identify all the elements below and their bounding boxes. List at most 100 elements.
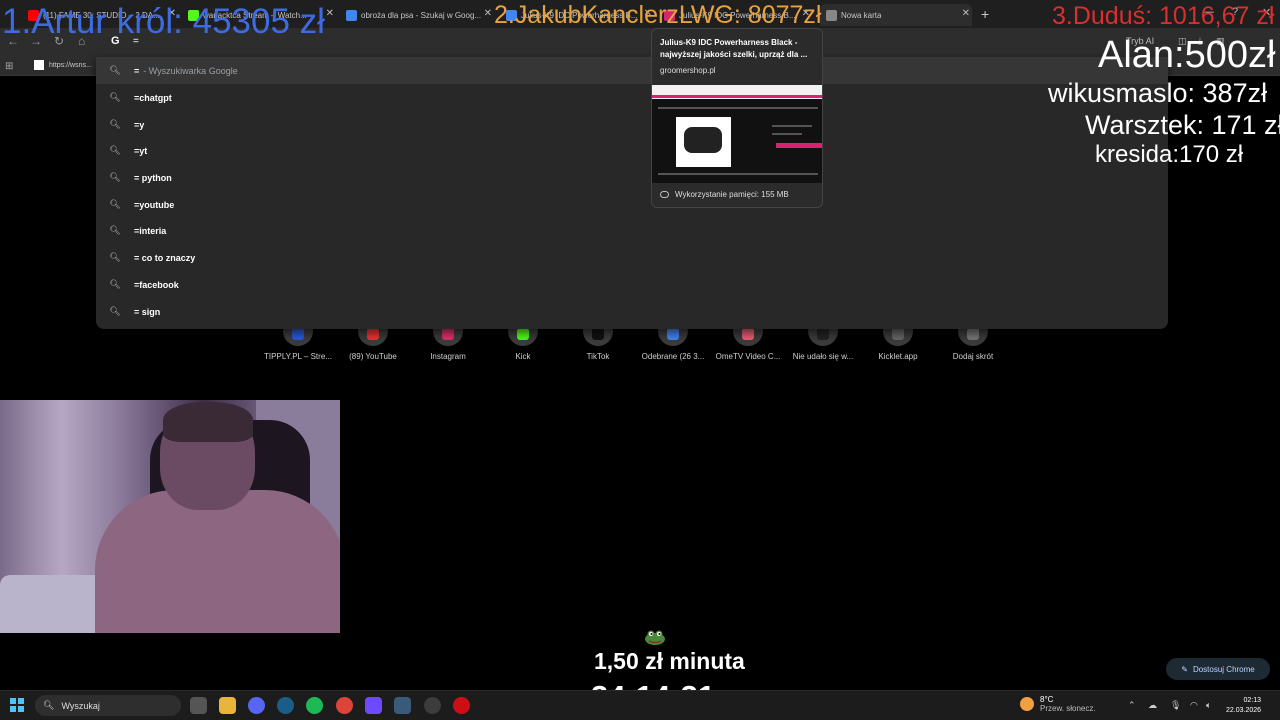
- suggestion-item[interactable]: 🔍︎ =interia: [96, 217, 1168, 244]
- obs-icon[interactable]: [424, 697, 441, 714]
- customize-chrome-button[interactable]: ✎ Dostosuj Chrome: [1166, 658, 1270, 680]
- top-donor-3: Warsztek: 171 zł: [1085, 110, 1280, 140]
- tiktok-icon: [592, 328, 604, 340]
- top-donor-4: kresida:170 zł: [1095, 141, 1244, 168]
- customize-chrome-label: Dostosuj Chrome: [1192, 664, 1255, 674]
- taskbar-search-input[interactable]: 🔍︎ Wyszukaj: [35, 695, 181, 716]
- plus-icon: [967, 328, 979, 340]
- suggestion-subtext: - Wyszukiwarka Google: [143, 65, 238, 76]
- tray-expand-icon[interactable]: ⌃: [1128, 700, 1136, 711]
- close-icon[interactable]: ✕: [326, 8, 334, 19]
- instagram-icon: [442, 328, 454, 340]
- bookmark-label: https://wsns...: [49, 61, 92, 69]
- shortcut-label: Nie udało się w...: [792, 352, 854, 361]
- suggestion-text: =youtube: [134, 199, 175, 210]
- tiktok-icon: [817, 328, 829, 340]
- search-icon: 🔍︎: [109, 145, 121, 155]
- volume-icon[interactable]: 🔈︎: [1206, 700, 1211, 711]
- apps-grid-icon[interactable]: ⊞: [5, 61, 13, 72]
- shortcut-label: Dodaj skrót: [952, 352, 994, 361]
- suggestion-item[interactable]: 🔍︎ =chatgpt: [96, 84, 1168, 111]
- weather-sun-icon: [1020, 697, 1034, 711]
- top-donor-1: Alan:500zł: [1098, 34, 1276, 76]
- file-explorer-icon[interactable]: [219, 697, 236, 714]
- tab-hover-card: Julius-K9 IDC Powerharness Black - najwy…: [651, 28, 823, 208]
- suggestion-item[interactable]: 🔍︎ =yt: [96, 137, 1168, 164]
- suggestion-text: =yt: [134, 145, 148, 156]
- new-tab-button[interactable]: +: [981, 6, 989, 22]
- ometv-icon: [742, 328, 754, 340]
- suggestion-item[interactable]: 🔍︎ =youtube: [96, 191, 1168, 218]
- suggestion-text: = sign: [134, 306, 161, 317]
- bookmark-favicon-icon: [34, 60, 44, 70]
- search-icon: 🔍︎: [43, 700, 55, 710]
- subathon-rate: 1,50 zł minuta: [594, 648, 745, 674]
- browser-tab-active[interactable]: Nowa karta ✕: [820, 4, 972, 26]
- weather-widget[interactable]: 8°C Przew. słonecz.: [1020, 695, 1096, 713]
- clock-time: 02:13: [1243, 697, 1262, 704]
- tab-title: obroża dla psa - Szukaj w Goog...: [361, 10, 482, 20]
- suggestion-text: =interia: [134, 225, 167, 236]
- kicklet-icon: [892, 328, 904, 340]
- spotify-icon[interactable]: [306, 697, 323, 714]
- proton-vpn-icon[interactable]: [365, 697, 382, 714]
- clock-date: 22.03.2026: [1226, 707, 1262, 714]
- shortcut-label: OmeTV Video C...: [715, 352, 781, 361]
- opera-icon[interactable]: [453, 697, 470, 714]
- suggestion-item[interactable]: 🔍︎ =facebook: [96, 271, 1168, 298]
- top-donor-2: wikusmaslo: 387zł: [1048, 78, 1268, 108]
- memory-usage: Wykorzystanie pamięci: 155 MB: [660, 190, 789, 199]
- chrome-icon[interactable]: [336, 697, 353, 714]
- steam-icon[interactable]: [277, 697, 294, 714]
- search-icon: 🔍︎: [109, 199, 121, 209]
- microphone-icon[interactable]: 🎙︎: [1170, 700, 1181, 711]
- leaderboard-rank-1: 1.Artur król: 45305 zł: [2, 2, 325, 41]
- google-icon: [346, 9, 357, 21]
- webcam-feed: [0, 400, 340, 633]
- search-icon: 🔍︎: [109, 306, 121, 316]
- close-icon[interactable]: ✕: [484, 8, 492, 19]
- suggestion-item[interactable]: 🔍︎ = python: [96, 164, 1168, 191]
- suggestion-text: = python: [134, 172, 172, 183]
- shortcut-label: TikTok: [586, 352, 610, 361]
- suggestion-text: =y: [134, 119, 145, 130]
- leaderboard-rank-2: 2.JakubKanclerzLWG: 8077zł: [494, 1, 822, 29]
- suggestion-text: =chatgpt: [134, 92, 172, 103]
- suggestion-item[interactable]: 🔍︎ = sign: [96, 298, 1168, 325]
- suggestion-text: =facebook: [134, 279, 179, 290]
- browser-tab[interactable]: obroża dla psa - Szukaj w Goog... ✕: [346, 4, 494, 26]
- youtube-icon: [367, 328, 379, 340]
- shortcut-label: TIPPLY.PL – Stre...: [264, 352, 332, 361]
- search-icon: 🔍︎: [109, 225, 121, 235]
- shortcut-label: (89) YouTube: [349, 352, 397, 361]
- memory-usage-text: Wykorzystanie pamięci: 155 MB: [675, 190, 789, 199]
- suggestion-item[interactable]: 🔍︎ = - Wyszukiwarka Google: [96, 57, 1168, 84]
- mail-icon: [667, 328, 679, 340]
- suggestion-item[interactable]: 🔍︎ = co to znaczy: [96, 244, 1168, 271]
- wifi-icon[interactable]: ◠: [1190, 700, 1198, 711]
- search-icon: 🔍︎: [109, 252, 121, 262]
- bookmark-item[interactable]: https://wsns...: [34, 60, 92, 70]
- memory-icon: [660, 191, 669, 198]
- steam-active-icon[interactable]: [394, 697, 411, 714]
- windows-start-icon[interactable]: [10, 698, 24, 712]
- onedrive-icon[interactable]: ☁: [1148, 700, 1157, 711]
- new-tab-icon: [826, 9, 837, 21]
- task-view-icon[interactable]: [190, 697, 207, 714]
- suggestion-item[interactable]: 🔍︎ =y: [96, 111, 1168, 138]
- close-icon[interactable]: ✕: [962, 8, 970, 19]
- tipply-icon: [292, 328, 304, 340]
- suggestion-text: =: [134, 65, 140, 76]
- pencil-icon: ✎: [1181, 664, 1188, 674]
- weather-temperature: 8°C: [1040, 695, 1054, 704]
- discord-icon[interactable]: [248, 697, 265, 714]
- shortcut-label: Kick: [515, 352, 531, 361]
- tab-title: Nowa karta: [841, 10, 882, 20]
- hover-card-title: Julius-K9 IDC Powerharness Black - najwy…: [660, 38, 808, 59]
- kick-icon: [517, 328, 529, 340]
- shortcut-label: Instagram: [430, 352, 466, 361]
- harness-image: [676, 117, 731, 167]
- page-preview-thumbnail: [652, 85, 822, 183]
- weather-description: Przew. słonecz.: [1040, 704, 1096, 713]
- taskbar-clock[interactable]: 02:13 22.03.2026: [1226, 696, 1261, 716]
